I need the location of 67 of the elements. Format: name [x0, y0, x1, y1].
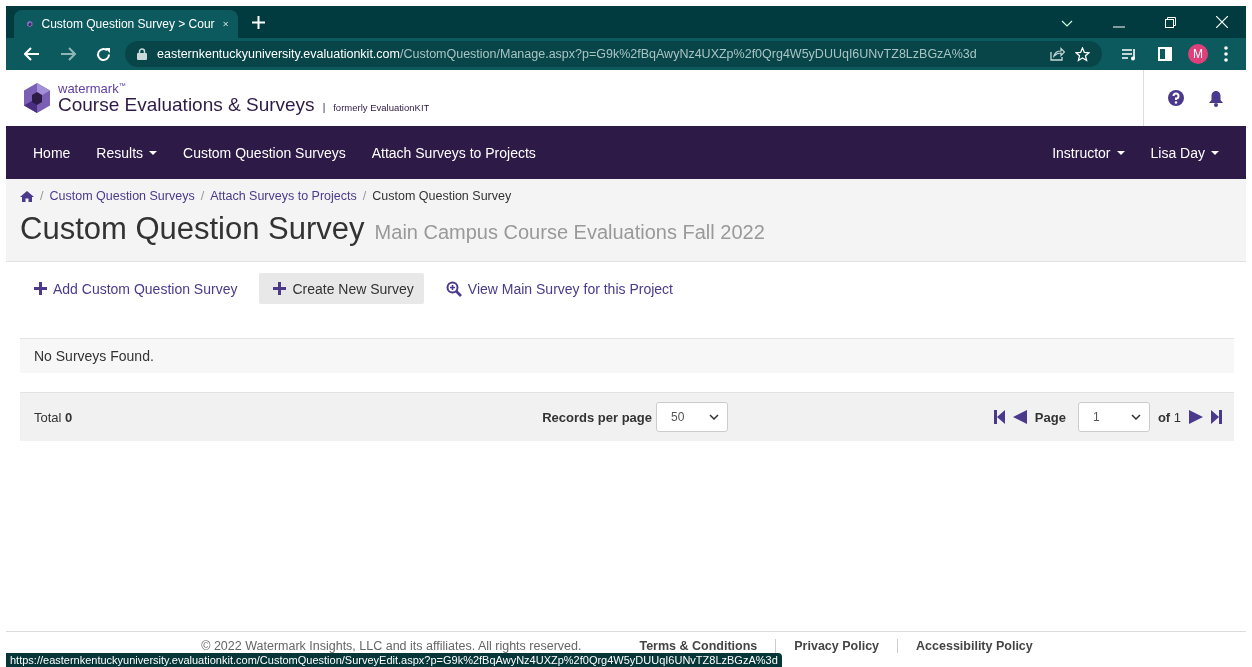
browser-tab[interactable]: Custom Question Survey > Cour — [14, 10, 238, 38]
plus-icon — [273, 282, 287, 295]
star-icon[interactable] — [1075, 46, 1090, 62]
caret-icon — [1116, 150, 1125, 155]
page-title: Custom Question Survey — [20, 211, 365, 247]
page-label: Page — [1034, 409, 1066, 425]
page-count: of 1 — [1157, 409, 1181, 425]
empty-message: No Surveys Found. — [34, 348, 154, 364]
lock-icon — [137, 48, 147, 60]
breadcrumb-current: Custom Question Survey — [372, 189, 512, 203]
first-page-icon[interactable] — [993, 410, 1005, 424]
more-icon[interactable] — [1224, 46, 1228, 62]
nav-link[interactable]: Custom Question Surveys — [170, 144, 359, 161]
action-link[interactable]: Add Custom Question Survey — [26, 273, 246, 304]
breadcrumb-separator: / — [40, 189, 44, 203]
back-icon[interactable] — [24, 47, 40, 61]
footer-link[interactable]: Terms & Conditions — [621, 638, 776, 653]
logo-icon — [24, 83, 50, 113]
copyright-text: © 2022 Watermark Insights, LLC and its affiliates. All rights reserved. — [201, 638, 583, 653]
url-text: easternkentuckyuniversity.evaluationkit.com/CustomQuestion/Manage.aspx?p=G9k%2fBqAwyNz4UXZp%2f0Qrg4W5yDUUqI6UNvTZ8LzBGzA%3d — [157, 47, 977, 61]
close-icon[interactable] — [1216, 16, 1228, 28]
breadcrumb-separator: / — [200, 189, 205, 203]
profile-avatar[interactable]: M — [1188, 44, 1208, 64]
action-link[interactable]: View Main Survey for this Project — [437, 273, 681, 304]
address-bar[interactable]: easternkentuckyuniversity.evaluationkit.com/CustomQuestion/Manage.aspx?p=G9k%2fBqAwyNz4UXZp%2f0Qrg4W5yDUUqI6UNvTZ8LzBGzA%3d — [125, 41, 1102, 67]
total-count: Total 0 — [34, 409, 74, 425]
forward-icon[interactable] — [60, 47, 76, 61]
chevron-down-icon[interactable] — [1061, 20, 1073, 28]
chevron-down-icon — [1130, 414, 1141, 420]
bell-icon[interactable] — [1208, 89, 1224, 107]
share-icon[interactable] — [1050, 47, 1065, 61]
zoom-in-icon — [445, 280, 462, 297]
home-icon[interactable] — [20, 190, 34, 202]
chevron-down-icon — [709, 414, 719, 420]
brand-note: formerly EvaluationKIT — [333, 103, 430, 113]
next-page-icon[interactable] — [1189, 410, 1203, 424]
brand-name: watermark$^{™}$ — [58, 81, 127, 96]
last-page-icon[interactable] — [1211, 410, 1222, 424]
breadcrumb-separator: / — [362, 189, 367, 203]
records-label: Records per page — [542, 409, 652, 425]
help-icon[interactable] — [1168, 90, 1184, 106]
footer-link[interactable]: Accessibility Policy — [897, 638, 1051, 653]
caret-icon — [1211, 150, 1219, 155]
nav-link[interactable]: Instructor — [1039, 144, 1138, 161]
nav-link[interactable]: Results — [83, 144, 171, 161]
restore-icon[interactable] — [1165, 17, 1176, 28]
caret-icon — [149, 150, 158, 155]
nav-link[interactable]: Lisa Day — [1137, 144, 1232, 161]
nav-link[interactable]: Attach Surveys to Projects — [358, 144, 549, 161]
records-select[interactable]: 50 — [656, 402, 728, 432]
side-panel-icon[interactable] — [1158, 47, 1172, 61]
page-subtitle: Main Campus Course Evaluations Fall 2022 — [374, 221, 765, 244]
nav-link[interactable]: Home — [20, 144, 84, 161]
previous-page-icon[interactable] — [1012, 410, 1027, 424]
media-icon[interactable] — [1122, 47, 1138, 61]
action-link[interactable]: Create New Survey — [259, 273, 424, 304]
brand-title: Course Evaluations & Surveys — [58, 95, 315, 115]
separator-text: | — [322, 103, 326, 114]
breadcrumb-link[interactable]: Attach Surveys to Projects — [210, 189, 357, 203]
tab-title: Custom Question Survey > Cour — [41, 17, 215, 31]
new-tab-icon[interactable] — [252, 16, 265, 29]
page-select[interactable]: 1 — [1077, 402, 1150, 432]
footer-link[interactable]: Privacy Policy — [775, 638, 898, 653]
reload-icon[interactable] — [96, 46, 111, 62]
plus-icon — [34, 282, 47, 295]
breadcrumb-link[interactable]: Custom Question Surveys — [49, 189, 195, 203]
status-url-tooltip: https://easternkentuckyuniversity.evaluationkit.com/CustomQuestion/SurveyEdit.aspx?p=G9k%2fBqAwyNz4UXZp%2f0Qrg4W5yDUUqI6UNvTZ8LzBGzA%3d — [6, 653, 782, 667]
